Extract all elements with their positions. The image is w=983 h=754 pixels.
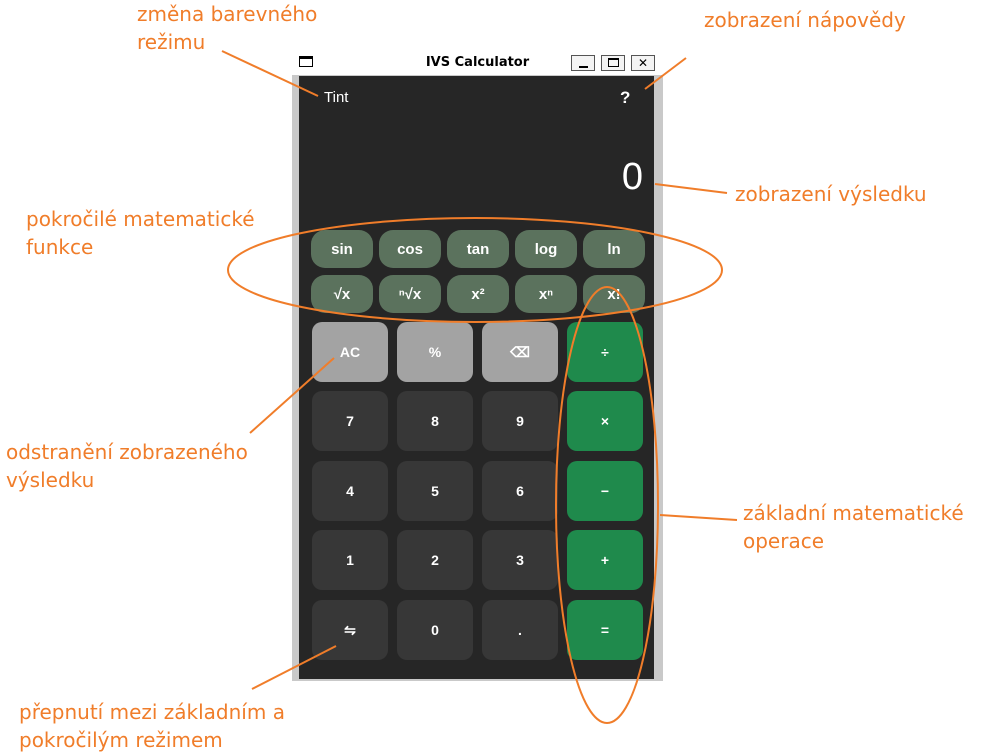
maximize-icon [608, 58, 619, 67]
power-button[interactable]: xⁿ [515, 275, 577, 313]
pointer-result [654, 183, 728, 194]
minimize-button[interactable] [571, 55, 595, 71]
swap-icon: ⇋ [344, 621, 356, 638]
annotation-result-display: zobrazení výsledku [735, 182, 927, 206]
key-2[interactable]: 2 [397, 530, 473, 590]
nth-root-button[interactable]: ⁿ√x [379, 275, 441, 313]
cos-button[interactable]: cos [379, 230, 441, 268]
sqrt-button[interactable]: √x [311, 275, 373, 313]
mode-switch-button[interactable]: ⇋ [312, 600, 388, 660]
divide-button[interactable]: ÷ [567, 322, 643, 382]
annotation-color-mode-text: změna barevného režimu [137, 2, 318, 54]
title-bar[interactable]: IVS Calculator ✕ [292, 51, 663, 75]
result-display: 0 [621, 156, 643, 198]
calculator-window: IVS Calculator ✕ Tint ? 0 sin cos tan lo… [292, 51, 663, 681]
annotation-mode-switch: přepnutí mezi základním a pokročilým rež… [19, 700, 285, 752]
equals-button[interactable]: = [567, 600, 643, 660]
backspace-icon: ⌫ [510, 343, 530, 360]
ln-button[interactable]: ln [583, 230, 645, 268]
key-6[interactable]: 6 [482, 461, 558, 521]
percent-button[interactable]: % [397, 322, 473, 382]
annotation-clear-result: odstranění zobrazeného výsledku [6, 440, 248, 492]
annotation-color-mode: změna barevného režimu [137, 0, 317, 56]
key-8[interactable]: 8 [397, 391, 473, 451]
key-3[interactable]: 3 [482, 530, 558, 590]
maximize-button[interactable] [601, 55, 625, 71]
calculator-body: Tint ? 0 sin cos tan log ln √x ⁿ√x x² xⁿ… [299, 76, 654, 679]
backspace-button[interactable]: ⌫ [482, 322, 558, 382]
decimal-button[interactable]: . [482, 600, 558, 660]
key-0[interactable]: 0 [397, 600, 473, 660]
sin-button[interactable]: sin [311, 230, 373, 268]
minimize-icon [579, 66, 588, 68]
close-icon: ✕ [637, 56, 649, 70]
key-4[interactable]: 4 [312, 461, 388, 521]
ac-button[interactable]: AC [312, 322, 388, 382]
tan-button[interactable]: tan [447, 230, 509, 268]
annotation-advanced-functions: pokročilé matematické funkce [26, 207, 255, 259]
key-5[interactable]: 5 [397, 461, 473, 521]
pointer-basic-operations [659, 514, 738, 521]
annotation-help: zobrazení nápovědy [704, 8, 906, 32]
tint-button[interactable]: Tint [324, 89, 348, 106]
help-button[interactable]: ? [620, 88, 630, 108]
close-button[interactable]: ✕ [631, 55, 655, 71]
key-7[interactable]: 7 [312, 391, 388, 451]
plus-button[interactable]: + [567, 530, 643, 590]
log-button[interactable]: log [515, 230, 577, 268]
multiply-button[interactable]: × [567, 391, 643, 451]
minus-button[interactable]: − [567, 461, 643, 521]
key-9[interactable]: 9 [482, 391, 558, 451]
factorial-button[interactable]: x! [583, 275, 645, 313]
annotation-basic-operations: základní matematické operace [743, 501, 964, 553]
key-1[interactable]: 1 [312, 530, 388, 590]
square-button[interactable]: x² [447, 275, 509, 313]
